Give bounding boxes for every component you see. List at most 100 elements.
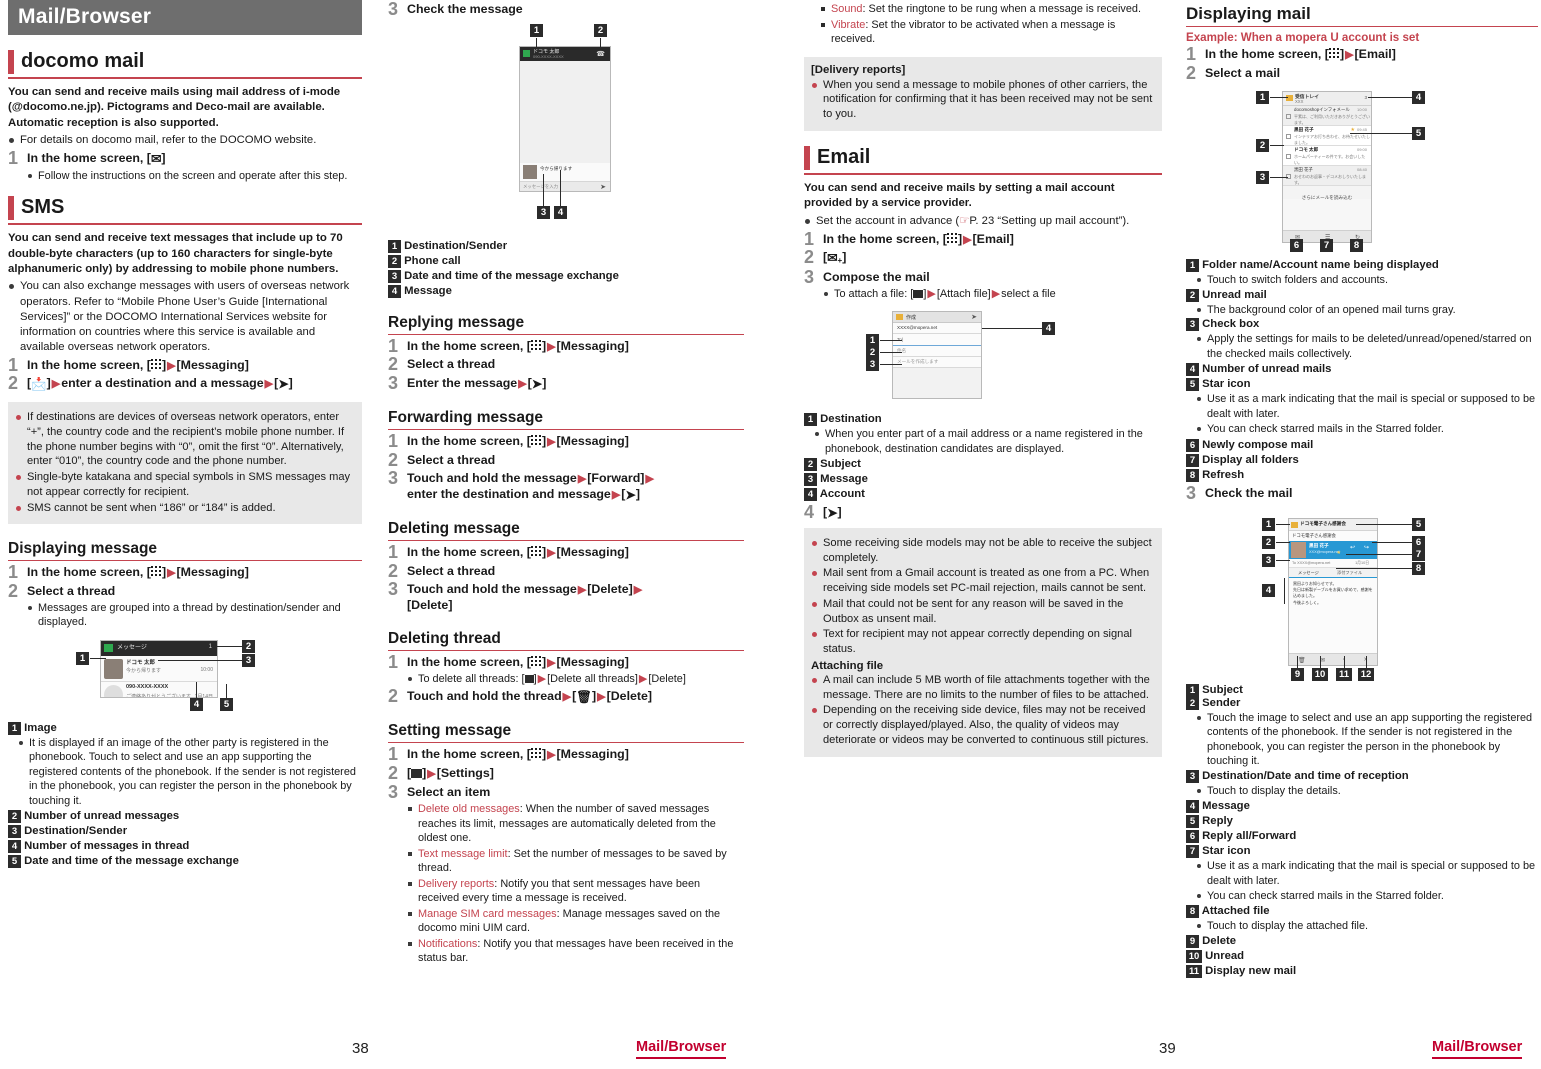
arrow-icon: ▶ [427, 767, 436, 780]
step-email-3: 3 Compose the mail To attach a file: []▶… [804, 267, 1162, 302]
checkbox[interactable] [1286, 154, 1291, 160]
arrow-icon: ▶ [577, 584, 587, 597]
send-icon[interactable]: ➤ [971, 313, 977, 321]
step-email-4: 4 [➤] [804, 502, 1162, 522]
step-forward-1: 1 In the home screen, []▶[Messaging] [388, 431, 744, 451]
step-text: In the home screen, []▶[Messaging] [407, 655, 744, 671]
step-text: In the home screen, []▶[Messaging] [407, 545, 744, 561]
list-item[interactable]: ドコモ 太郎 09:00 ホームパーティーの件です。お会いしたい。 [1283, 146, 1371, 167]
delete-icon[interactable]: 🗑 [1298, 657, 1306, 664]
step-number: 3 [388, 579, 399, 600]
sender-header: ドコモ電子さん感謝会 [1289, 530, 1377, 541]
arrow-icon: ▶ [518, 378, 527, 391]
step-number: 1 [8, 562, 19, 583]
legend-label: Number of unread mails [1202, 363, 1332, 376]
setting-term: Delete old messages [418, 803, 520, 816]
list-item[interactable]: 090-XXXX-XXXX ご連絡ありがとうございます 1月14日 [101, 681, 217, 697]
figure-compose-mail: 作成 ➤ XXXX@mopera.net To| 件名 メールを作成します 4 [804, 307, 1162, 409]
avatar[interactable] [1291, 541, 1306, 558]
step-text: []▶[Settings] [407, 766, 744, 782]
mail-body-text: 黒田よりお知らせです。 先日は新製デーブルをお買い求めで、感謝を込めました。 今… [1293, 580, 1373, 605]
figure-message-thread: ドコモ 太郎 090-XXXX-XXXX ☎ 今から帰ります メッセージを入力 … [388, 23, 744, 234]
legend-bullets: The background color of an opened mail t… [1196, 303, 1538, 318]
legend-item-1: 1 Subject [1186, 683, 1538, 697]
unread-count: 3 [1364, 95, 1367, 101]
body-field[interactable]: メールを作成します [893, 357, 981, 369]
setting-term: Delivery reports [418, 877, 495, 890]
callout-4: 4 [1412, 91, 1425, 105]
legend-item-3: 3 Destination/Date and time of reception… [1186, 769, 1538, 799]
leader-line [1270, 177, 1288, 179]
account-field[interactable]: XXXX@mopera.net [893, 323, 981, 335]
legend-item-8: 8 Attached file Touch to display the att… [1186, 904, 1538, 934]
t: ] [635, 487, 640, 502]
list-item: Mail that could not be sent for any reas… [811, 597, 1154, 627]
legend-mail-list: 1 Folder name/Account name being display… [1186, 259, 1538, 482]
account-name: XXX [1295, 99, 1304, 105]
step-text: [✉+] [823, 250, 1162, 267]
reply-icon[interactable]: ↩ [1350, 544, 1355, 551]
note-subheading: Attaching file [811, 659, 884, 672]
tab-message[interactable]: メッセージ [1298, 570, 1319, 576]
mail-sender: docomoshopインフォメール [1294, 107, 1350, 113]
arrow-icon: ▶ [167, 359, 176, 372]
list-item: Sound: Set the ringtone to be rung when … [820, 2, 1162, 17]
load-more-button[interactable]: さらにメールを読み込む [1283, 186, 1371, 200]
legend-item-4: 4 Number of messages in thread [8, 840, 362, 854]
step-delthread-1: 1 In the home screen, []▶[Messaging] To … [388, 652, 744, 686]
arrow-icon: ▶ [633, 584, 643, 597]
step-text-pre: In the home screen, [ [27, 565, 151, 580]
step-number: 1 [1186, 44, 1197, 64]
t: Touch and hold the thread [407, 689, 562, 704]
mail-body: 黒田よりお知らせです。 先日は新製デーブルをお買い求めで、感謝を込めました。 今… [1289, 577, 1377, 612]
t: [Messaging] [556, 746, 629, 761]
legend-bullets: Use it as a mark indicating that the mai… [1196, 859, 1538, 904]
leader-line [880, 352, 902, 354]
t: [Delete] [606, 689, 653, 704]
mail-sender: 黒田 花子 [1294, 127, 1314, 133]
list-item[interactable]: 黒田 花子 ★ 09:45 インテリアお打ち合わせ、お待たせいたしました。 [1283, 126, 1371, 147]
checkbox[interactable] [1286, 134, 1291, 140]
step-sms-2: 2 [📩]▶enter a destination and a message▶… [8, 374, 362, 394]
list-item[interactable]: 黒田 花子 08:40 おせわのお返事・デコメおしりいたします。 [1283, 166, 1371, 187]
checkbox[interactable] [1286, 114, 1291, 120]
list-item: To attach a file: []▶[Attach file]▶selec… [823, 287, 1162, 302]
legend-item-7: 7 Display all folders [1186, 453, 1538, 467]
phone-call-icon[interactable]: ☎ [596, 50, 605, 58]
callout-6: 6 [1290, 239, 1303, 253]
list-item: When you send a message to mobile phones… [811, 78, 1154, 122]
legend-label: Message [1202, 800, 1250, 813]
legend-label: Number of unread messages [24, 810, 180, 823]
step-forward-2: 2 Select a thread [388, 450, 744, 470]
t: To delete all threads: [ [418, 672, 525, 685]
step-subbullets: Follow the instructions on the screen an… [27, 169, 362, 184]
legend-item-1: 1 Destination When you enter part of a m… [804, 413, 1162, 456]
step-text-c: ] [288, 376, 293, 391]
apps-grid-icon [946, 232, 958, 244]
legend-label: Reply all/Forward [1202, 830, 1297, 843]
step-reply-3: 3 Enter the message▶[➤] [388, 373, 744, 393]
destination-field[interactable]: To| [893, 334, 981, 347]
destination-date-row[interactable]: To XXXX@mopera.net 1月10日 [1289, 558, 1377, 568]
step-setmsg-1: 1 In the home screen, []▶[Messaging] [388, 744, 744, 764]
sms-lead: You can send and receive text messages t… [8, 232, 343, 276]
mail-preview: ホームパーティーの件です。お会いしたい。 [1294, 154, 1366, 166]
mail-sender: ドコモ 太郎 [1294, 147, 1319, 153]
reply-all-forward-icon[interactable]: ↪ [1364, 544, 1369, 551]
tab-attached-file[interactable]: 添付ファイル [1337, 570, 1362, 576]
message-input-bar[interactable]: メッセージを入力 ➤ [520, 180, 610, 191]
legend-label: Display all folders [1202, 453, 1299, 466]
subject-field[interactable]: 件名 [893, 346, 981, 358]
setting-term: Sound [831, 3, 863, 15]
t: ] [842, 250, 847, 265]
t: [Delete] [587, 582, 633, 597]
star-icon[interactable]: ★ [1337, 550, 1341, 556]
folder-bar[interactable]: 受信トレイ XXX 3 [1283, 92, 1371, 107]
step-text: In the home screen, []▶[Messaging] [407, 339, 744, 355]
list-item[interactable]: docomoshopインフォメール 10:00 平素は、ご利用いただきありがとう… [1283, 106, 1371, 127]
mail-preview: 平素は、ご利用いただきありがとうございます。 [1294, 114, 1370, 126]
step-text: Select a mail [1205, 65, 1281, 80]
send-icon[interactable]: ➤ [600, 183, 606, 191]
maillist-blank-area [1283, 199, 1371, 231]
compose-blank-area [893, 368, 981, 399]
